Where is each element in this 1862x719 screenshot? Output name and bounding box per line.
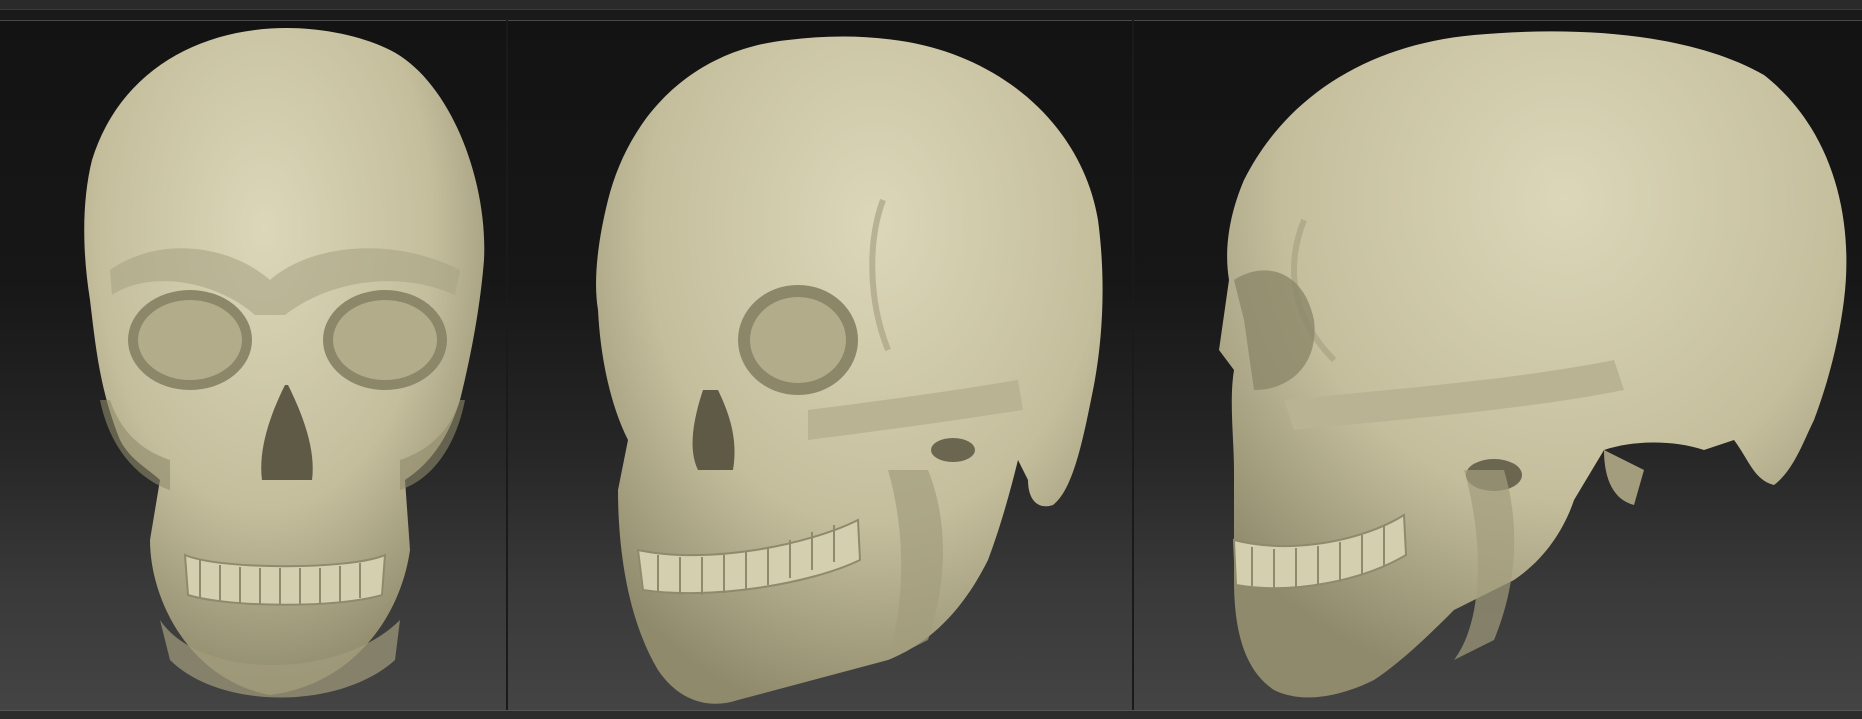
viewport-side[interactable] [1134, 20, 1862, 710]
viewport-three-quarter[interactable] [508, 20, 1132, 710]
top-toolbar-strip [0, 0, 1862, 10]
cranium-shape [596, 36, 1103, 704]
cranium-shape [1219, 31, 1847, 698]
skull-side-render [1219, 31, 1847, 698]
sculpt-app-window [0, 0, 1862, 719]
bottom-status-strip [0, 710, 1862, 719]
skull-front-render [84, 28, 485, 698]
skull-three-quarter-render [596, 36, 1103, 704]
viewport-front[interactable] [0, 20, 506, 710]
